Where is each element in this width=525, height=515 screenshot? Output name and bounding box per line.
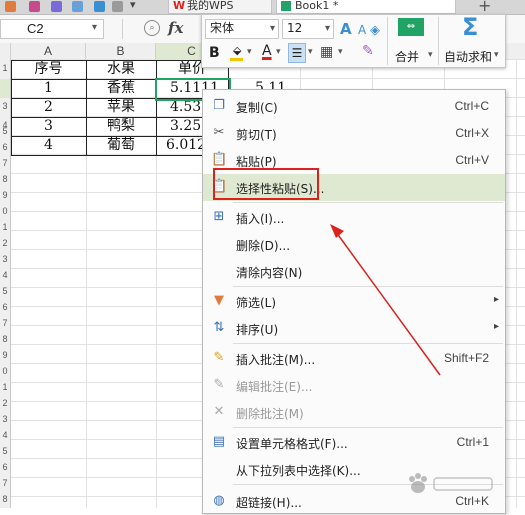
- annotation-arrow-line: [335, 231, 441, 376]
- baidu-paw-icon: [409, 473, 493, 493]
- annotation-arrow: [330, 224, 441, 376]
- annotation-arrow-head: [330, 224, 344, 238]
- baidu-watermark-logo: [404, 470, 496, 496]
